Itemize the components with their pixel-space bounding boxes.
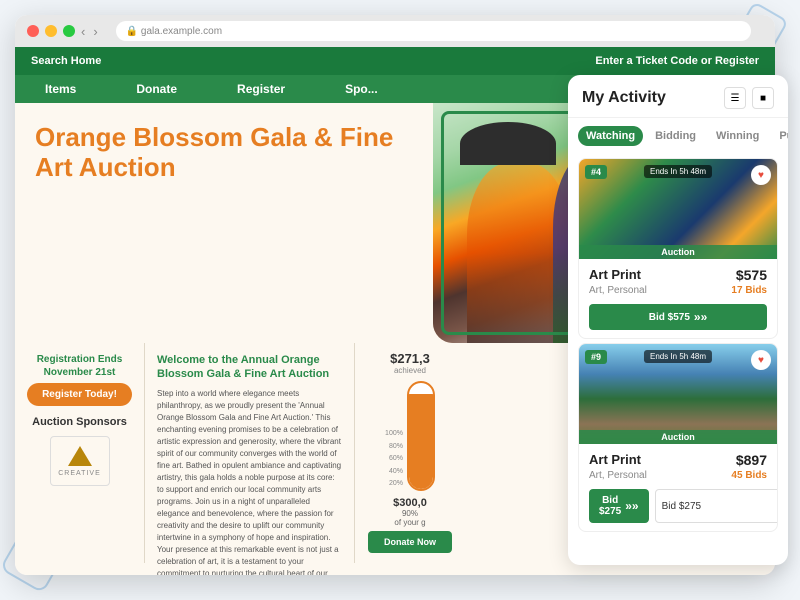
card-2-title: Art Print (589, 452, 641, 467)
card-1-price: $575 (736, 267, 767, 283)
maximize-button[interactable] (63, 25, 75, 37)
welcome-text: Step into a world where elegance meets p… (157, 388, 342, 575)
activity-tabs: Watching Bidding Winning Purchases (568, 118, 788, 154)
card-1-bids: 17 Bids (731, 285, 767, 296)
card-1-body: Art Print $575 Art, Personal 17 Bids Bid… (579, 259, 777, 338)
tab-watching[interactable]: Watching (578, 126, 643, 146)
card-1-title: Art Print (589, 267, 641, 282)
card-2-title-row: Art Print $897 (589, 452, 767, 468)
forward-icon[interactable]: › (93, 24, 97, 39)
nav-sponsors[interactable]: Spo... (315, 75, 408, 103)
card-2-bids: 45 Bids (731, 470, 767, 481)
list-view-icon[interactable]: ☰ (724, 87, 746, 109)
thermometer-panel: $271,3 achieved 100%80%60%40%20% $300,0 … (355, 343, 465, 563)
tab-bidding[interactable]: Bidding (647, 126, 704, 146)
card-2-type-label: Auction (579, 430, 777, 444)
card-1-type-label: Auction (579, 245, 777, 259)
close-button[interactable] (27, 25, 39, 37)
nav-items[interactable]: Items (15, 75, 106, 103)
activity-panel: My Activity ☰ ■ Watching Bidding Winning… (568, 75, 788, 565)
registration-ends-text: Registration Ends November 21st (27, 353, 132, 379)
card-2-bid-input[interactable] (655, 489, 778, 523)
thermo-achieved-label: achieved (394, 366, 426, 375)
search-home-link[interactable]: Search Home (31, 55, 101, 67)
thermo-fill (409, 394, 433, 489)
url-bar[interactable]: 🔒 gala.example.com (116, 21, 751, 41)
thermo-wrapper: 100%80%60%40%20% (385, 381, 435, 491)
middle-panel: Welcome to the Annual Orange Blossom Gal… (145, 343, 355, 563)
minimize-button[interactable] (45, 25, 57, 37)
thermo-percent-label: 100%80%60%40%20% (385, 428, 403, 491)
card-2-body: Art Print $897 Art, Personal 45 Bids Bid… (579, 444, 777, 531)
grid-view-icon[interactable]: ■ (752, 87, 774, 109)
card-1-sub-row: Art, Personal 17 Bids (589, 285, 767, 296)
donate-now-button[interactable]: Donate Now (368, 531, 453, 553)
sponsor-triangle-icon (68, 446, 92, 466)
hero-title: Orange Blossom Gala & Fine Art Auction (35, 123, 413, 183)
card-1-title-row: Art Print $575 (589, 267, 767, 283)
tab-purchases[interactable]: Purchases (771, 126, 788, 146)
thermo-current-amount: $271,3 (390, 351, 430, 366)
card-1-heart-icon[interactable]: ♥ (751, 165, 771, 185)
sponsors-title: Auction Sponsors (27, 416, 132, 428)
sponsor-name: CREATIVE (58, 470, 101, 477)
card-1-image: #4 Ends In 5h 48m ♥ Auction (579, 159, 777, 259)
ticket-register-link[interactable]: Enter a Ticket Code or Register (595, 55, 759, 67)
card-1-bid-button[interactable]: Bid $575 »» (589, 304, 767, 330)
card-1-timer: Ends In 5h 48m (644, 165, 712, 178)
card-2-image: #9 Ends In 5h 48m ♥ Auction (579, 344, 777, 444)
card-1-badge: #4 (585, 165, 607, 179)
card-1-actions: Bid $575 »» (589, 304, 767, 330)
url-text: 🔒 gala.example.com (126, 26, 222, 37)
card-1-subtitle: Art, Personal (589, 285, 647, 296)
sponsor-logo: CREATIVE (50, 436, 110, 486)
register-today-button[interactable]: Register Today! (27, 383, 132, 406)
nav-donate[interactable]: Donate (106, 75, 207, 103)
card-2-subtitle: Art, Personal (589, 470, 647, 481)
card-2-sub-row: Art, Personal 45 Bids (589, 470, 767, 481)
nav-register[interactable]: Register (207, 75, 315, 103)
left-panel: Registration Ends November 21st Register… (15, 343, 145, 563)
card-2-heart-icon[interactable]: ♥ (751, 350, 771, 370)
auction-card-1: #4 Ends In 5h 48m ♥ Auction Art Print $5… (578, 158, 778, 339)
welcome-title: Welcome to the Annual Orange Blossom Gal… (157, 353, 342, 382)
card-2-badge: #9 (585, 350, 607, 364)
tab-winning[interactable]: Winning (708, 126, 767, 146)
nav-arrows[interactable]: ‹ › (81, 24, 98, 39)
thermometer-visual (407, 381, 435, 491)
card-2-timer: Ends In 5h 48m (644, 350, 712, 363)
card-2-actions: Bid $275 »» (589, 489, 767, 523)
thermo-goal-amount: $300,0 (393, 497, 427, 509)
auction-card-2: #9 Ends In 5h 48m ♥ Auction Art Print $8… (578, 343, 778, 532)
activity-title: My Activity (582, 89, 666, 107)
card-2-price: $897 (736, 452, 767, 468)
thermo-goal-label: 90% of your g (394, 509, 425, 527)
activity-header: My Activity ☰ ■ (568, 75, 788, 118)
top-nav-bar: Search Home Enter a Ticket Code or Regis… (15, 47, 775, 75)
hero-left: Orange Blossom Gala & Fine Art Auction (15, 103, 433, 343)
card-2-bid-button[interactable]: Bid $275 »» (589, 489, 649, 523)
view-icons: ☰ ■ (724, 87, 774, 109)
browser-titlebar: ‹ › 🔒 gala.example.com (15, 15, 775, 47)
back-icon[interactable]: ‹ (81, 24, 85, 39)
